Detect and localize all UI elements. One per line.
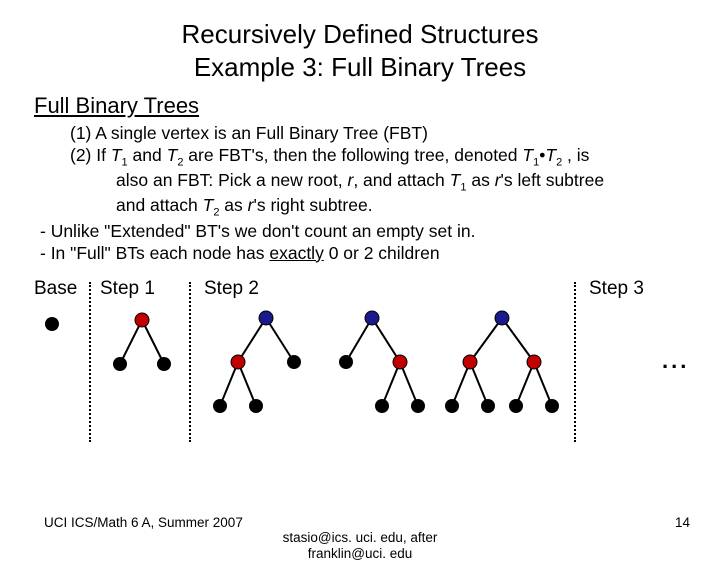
txt: - In "Full" BTs each node has: [40, 243, 269, 263]
body-text: (1) A single vertex is an Full Binary Tr…: [34, 123, 692, 264]
footer-center-2: franklin@uci. edu: [308, 546, 413, 561]
divider: [189, 282, 191, 442]
var-T: T: [203, 195, 214, 215]
txt: , and attach: [353, 170, 449, 190]
txt: and attach: [116, 195, 203, 215]
tree-step1: [102, 308, 182, 388]
definition-2: (2) If T1 and T2 are FBT's, then the fol…: [70, 145, 692, 170]
divider: [574, 282, 576, 442]
title-line-1: Recursively Defined Structures: [182, 19, 539, 49]
divider: [89, 282, 91, 442]
footer-center: stasio@ics. uci. edu, after franklin@uci…: [0, 530, 720, 562]
tree-step2-b: [324, 306, 444, 436]
section-heading: Full Binary Trees: [34, 93, 692, 119]
label-step3: Step 3: [589, 278, 644, 300]
page-number: 14: [675, 515, 690, 530]
ellipsis: ...: [662, 348, 689, 374]
slide-title: Recursively Defined Structures Example 3…: [28, 18, 692, 83]
slide: Recursively Defined Structures Example 3…: [0, 0, 720, 540]
txt: also an FBT: Pick a new root,: [116, 170, 348, 190]
txt: , is: [562, 145, 589, 165]
label-base: Base: [34, 278, 77, 300]
txt: 's right subtree.: [253, 195, 372, 215]
var-T: T: [167, 145, 178, 165]
underlined: exactly: [269, 243, 323, 263]
txt: (2) If: [70, 145, 111, 165]
bullet-1: - Unlike "Extended" BT's we don't count …: [40, 221, 692, 243]
txt: and: [128, 145, 167, 165]
bullet-2: - In "Full" BTs each node has exactly 0 …: [40, 243, 692, 265]
txt: are FBT's, then the following tree, deno…: [183, 145, 522, 165]
txt: 0 or 2 children: [324, 243, 440, 263]
txt: as: [466, 170, 494, 190]
tree-step2-a: [202, 306, 322, 436]
tree-step2-c: [434, 306, 574, 436]
var-T: T: [450, 170, 461, 190]
definition-1: (1) A single vertex is an Full Binary Tr…: [70, 123, 692, 145]
label-step1: Step 1: [100, 278, 155, 300]
footer-left: UCI ICS/Math 6 A, Summer 2007: [44, 515, 243, 530]
tree-base: [40, 312, 70, 342]
label-step2: Step 2: [204, 278, 259, 300]
footer-center-1: stasio@ics. uci. edu, after: [283, 530, 438, 545]
txt: as: [219, 195, 247, 215]
txt: 's left subtree: [501, 170, 605, 190]
title-line-2: Example 3: Full Binary Trees: [194, 52, 526, 82]
var-T: T: [111, 145, 122, 165]
tree-diagram: Base Step 1 Step 2 Step 3 ...: [34, 278, 698, 448]
definition-2-cont2: and attach T2 as r's right subtree.: [116, 195, 692, 220]
definition-2-cont1: also an FBT: Pick a new root, r, and att…: [116, 170, 692, 195]
var-T: T: [545, 145, 556, 165]
var-T: T: [522, 145, 533, 165]
